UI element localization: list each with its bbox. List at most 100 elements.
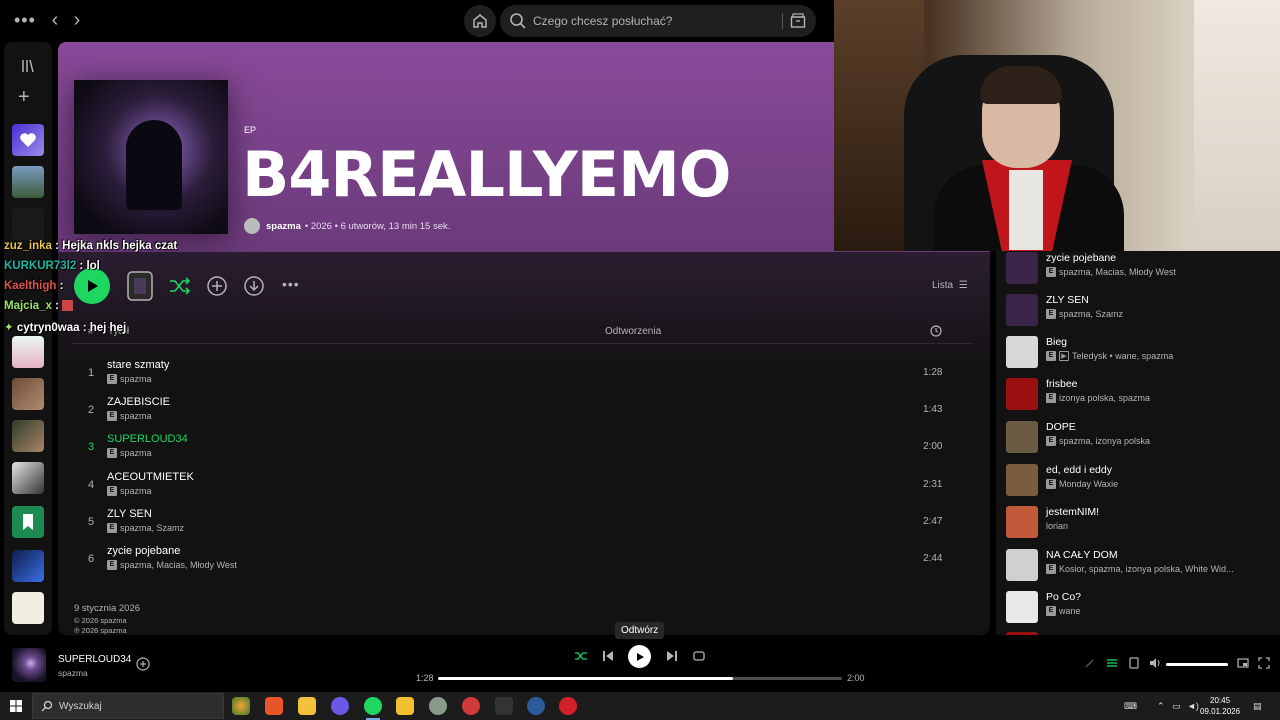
queue-item-artists[interactable]: wane: [1059, 606, 1081, 616]
volume-slider[interactable]: [1166, 663, 1228, 666]
taskbar-app-icon[interactable]: [462, 697, 480, 715]
track-title[interactable]: zycie pojebane: [107, 545, 180, 557]
track-row-playing[interactable]: 3 SUPERLOUD34 Espazma 2:00: [72, 430, 974, 466]
back-arrow-icon[interactable]: ‹: [45, 9, 65, 31]
play-pause-button[interactable]: [628, 645, 651, 668]
library-item[interactable]: [12, 378, 44, 410]
next-icon[interactable]: [665, 649, 679, 663]
track-title[interactable]: ZLY SEN: [107, 508, 152, 520]
now-playing-title[interactable]: SUPERLOUD34: [58, 654, 131, 665]
messenger-icon[interactable]: [331, 697, 349, 715]
liked-songs-item[interactable]: [12, 124, 44, 156]
volume-icon[interactable]: [1149, 657, 1161, 669]
microphone-icon[interactable]: [1084, 657, 1096, 669]
track-title[interactable]: ACEOUTMIETEK: [107, 471, 194, 483]
artist-avatar[interactable]: [244, 218, 260, 234]
library-item[interactable]: [12, 420, 44, 452]
windows-start-icon[interactable]: [10, 700, 22, 712]
library-item[interactable]: [12, 592, 44, 624]
track-row[interactable]: 1 stare szmaty Espazma 1:28: [72, 356, 974, 392]
track-artists[interactable]: spazma: [120, 411, 152, 421]
track-artists[interactable]: spazma: [120, 448, 152, 458]
queue-item[interactable]: ed, edd i eddy E Monday Waxie: [1006, 462, 1276, 498]
track-row[interactable]: 6 zycie pojebane Espazma, Macias, Młody …: [72, 542, 974, 578]
queue-item-artists[interactable]: izonya polska, spazma: [1059, 393, 1150, 403]
queue-item[interactable]: Po Co? Ewane: [1006, 589, 1276, 625]
queue-item-title[interactable]: Bieg: [1046, 336, 1067, 348]
network-icon[interactable]: ▭: [1172, 701, 1181, 712]
queue-item[interactable]: zycie pojebane Espazma, Macias, Młody We…: [1006, 250, 1276, 286]
brave-browser-icon[interactable]: [265, 697, 283, 715]
add-to-library-icon[interactable]: [136, 657, 150, 671]
connect-device-icon[interactable]: [1128, 657, 1140, 669]
now-playing-cover[interactable]: [12, 648, 46, 682]
fullscreen-icon[interactable]: [1258, 657, 1270, 669]
previous-icon[interactable]: [601, 649, 615, 663]
add-to-library-icon[interactable]: [206, 275, 228, 297]
library-item[interactable]: [12, 208, 44, 240]
library-icon[interactable]: [20, 58, 36, 74]
queue-item-artists[interactable]: Kosior, spazma, izonya polska, White Wid…: [1059, 564, 1234, 574]
queue-item-title[interactable]: ZLY SEN: [1046, 294, 1089, 306]
track-artists[interactable]: spazma: [120, 374, 152, 384]
progress-bar[interactable]: [438, 677, 842, 680]
queue-item-title[interactable]: ed, edd i eddy: [1046, 464, 1112, 476]
library-item[interactable]: [12, 336, 44, 368]
more-options-icon[interactable]: •••: [282, 276, 300, 292]
play-button[interactable]: [74, 268, 110, 304]
menu-dots-icon[interactable]: •••: [14, 10, 36, 31]
queue-item-title[interactable]: DOPE: [1046, 421, 1076, 433]
taskbar-clock[interactable]: 20:45 09.01.2026: [1200, 695, 1240, 717]
queue-item-title[interactable]: Po Co?: [1046, 591, 1081, 603]
track-row[interactable]: 2 ZAJEBISCIE Espazma 1:43: [72, 393, 974, 429]
queue-item[interactable]: DOPE Espazma, izonya polska: [1006, 419, 1276, 455]
track-title[interactable]: stare szmaty: [107, 359, 169, 371]
taskbar-app-icon[interactable]: [429, 697, 447, 715]
queue-item-artists[interactable]: spazma, Macias, Młody West: [1059, 267, 1176, 277]
queue-item-title[interactable]: frisbee: [1046, 378, 1078, 390]
search-input[interactable]: Czego chcesz posłuchać?: [500, 5, 816, 37]
notifications-icon[interactable]: ▤: [1253, 701, 1262, 712]
queue-item[interactable]: frisbee Eizonya polska, spazma: [1006, 376, 1276, 412]
view-mode-toggle[interactable]: Lista ☰: [932, 280, 968, 291]
home-button[interactable]: [464, 5, 496, 37]
library-item[interactable]: [12, 506, 44, 538]
library-item[interactable]: [12, 550, 44, 582]
queue-item-title[interactable]: jestemNIM!: [1046, 506, 1099, 518]
queue-item[interactable]: [1006, 630, 1276, 635]
track-artists[interactable]: spazma, Macias, Młody West: [120, 560, 237, 570]
track-title[interactable]: SUPERLOUD34: [107, 433, 188, 445]
steam-icon[interactable]: [527, 697, 545, 715]
track-row[interactable]: 4 ACEOUTMIETEK Espazma 2:31: [72, 468, 974, 504]
download-icon[interactable]: [243, 275, 265, 297]
library-item[interactable]: [12, 166, 44, 198]
queue-item-artists[interactable]: Teledysk • wane, spazma: [1072, 351, 1173, 361]
album-thumbnail-button[interactable]: [126, 270, 154, 302]
keyboard-icon[interactable]: ⌨: [1124, 701, 1137, 712]
artist-link[interactable]: spazma: [266, 221, 301, 232]
track-title[interactable]: ZAJEBISCIE: [107, 396, 170, 408]
taskbar-app-icon[interactable]: [232, 697, 250, 715]
tray-chevron-icon[interactable]: ⌃: [1157, 701, 1165, 712]
queue-item-artists[interactable]: spazma, Szamz: [1059, 309, 1123, 319]
media-app-icon[interactable]: [396, 697, 414, 715]
queue-item[interactable]: ZLY SEN Espazma, Szamz: [1006, 292, 1276, 328]
queue-item-artists[interactable]: Monday Waxie: [1059, 479, 1118, 489]
now-playing-artist[interactable]: spazma: [58, 668, 88, 678]
speaker-icon[interactable]: ◄): [1187, 701, 1199, 711]
shuffle-icon[interactable]: [168, 274, 192, 298]
file-explorer-icon[interactable]: [298, 697, 316, 715]
taskbar-search[interactable]: Wyszukaj: [32, 693, 224, 719]
create-playlist-icon[interactable]: +: [18, 86, 30, 109]
queue-item[interactable]: NA CAŁY DOM E Kosior, spazma, izonya pols…: [1006, 547, 1276, 583]
shuffle-icon[interactable]: [574, 649, 588, 663]
forward-arrow-icon[interactable]: ›: [67, 9, 87, 31]
queue-item-title[interactable]: zycie pojebane: [1046, 252, 1116, 264]
media-player-icon[interactable]: [559, 697, 577, 715]
track-row[interactable]: 5 ZLY SEN Espazma, Szamz 2:47: [72, 505, 974, 541]
library-item[interactable]: [12, 462, 44, 494]
queue-item-artists[interactable]: lorian: [1046, 521, 1068, 531]
taskbar-app-icon[interactable]: [495, 697, 513, 715]
queue-item-artists[interactable]: spazma, izonya polska: [1059, 436, 1150, 446]
spotify-icon[interactable]: [364, 697, 382, 715]
